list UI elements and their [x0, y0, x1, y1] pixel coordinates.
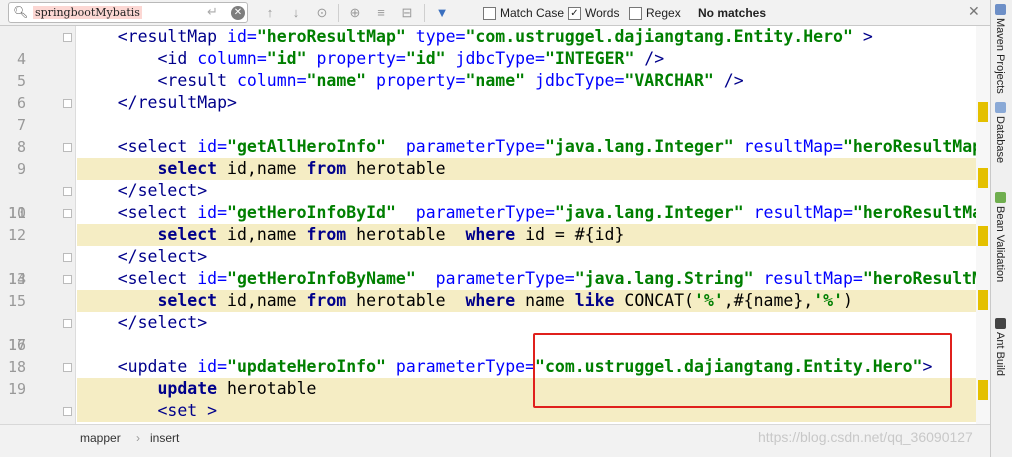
code-line: 4 <resultMap id="heroResultMap" type="co… — [0, 26, 990, 68]
words-checkbox[interactable]: ✓ — [568, 6, 581, 20]
error-stripe-mark[interactable] — [978, 290, 988, 310]
code-editor[interactable]: 4 <resultMap id="heroResultMap" type="co… — [0, 26, 990, 424]
code-line: 5 <id column="id" property="id" jdbcType… — [0, 48, 990, 90]
tool-label: Maven Projects — [994, 18, 1006, 94]
tool-window-strip: Maven Projects Database Bean Validation … — [990, 0, 1012, 457]
code-line: 11 </select> — [0, 180, 990, 222]
error-stripe-mark[interactable] — [978, 380, 988, 400]
fold-icon[interactable] — [63, 209, 72, 218]
fold-icon[interactable] — [63, 363, 72, 372]
code-line: 6 <result column="name" property="name" … — [0, 70, 990, 112]
fold-icon[interactable] — [63, 275, 72, 284]
fold-icon[interactable] — [63, 187, 72, 196]
code-line: 14 </select> — [0, 246, 990, 288]
filter-icon[interactable]: ▼ — [432, 3, 452, 23]
code-line: 12 <select id="getHeroInfoById" paramete… — [0, 202, 990, 244]
tool-ant-build[interactable]: Ant Build — [994, 318, 1006, 376]
code-line: 21 <set > — [0, 400, 990, 422]
code-line: 18 — [0, 334, 990, 376]
tool-database[interactable]: Database — [994, 102, 1006, 163]
maven-icon — [994, 4, 1006, 15]
code-line: 13 select id,name from herotable where i… — [0, 224, 990, 288]
breadcrumb-mapper[interactable]: mapper — [80, 431, 121, 445]
clear-search-icon[interactable]: ✕ — [231, 6, 245, 20]
remove-selection-icon[interactable]: ⊟ — [397, 3, 417, 23]
code-line: 16 select id,name from herotable where n… — [0, 290, 990, 354]
bean-icon — [994, 192, 1006, 203]
regex-checkbox[interactable] — [629, 6, 642, 20]
find-toolbar: 🔍︎ springbootMybatis ↵ ✕ ↑ ↓ ⊙ ⊕ ≡ ⊟ ▼ M… — [0, 0, 990, 26]
tool-maven-projects[interactable]: Maven Projects — [994, 4, 1006, 94]
tool-bean-validation[interactable]: Bean Validation — [994, 192, 1006, 282]
tool-label: Ant Build — [994, 332, 1006, 377]
breadcrumb-separator-icon: › — [136, 431, 140, 445]
search-query: springbootMybatis — [33, 6, 142, 19]
search-field[interactable]: 🔍︎ springbootMybatis ↵ ✕ — [8, 2, 248, 23]
regex-option[interactable]: Regex — [629, 6, 681, 20]
code-line: 8 — [0, 114, 990, 156]
search-icon[interactable]: 🔍︎ — [13, 5, 31, 21]
database-icon — [994, 102, 1006, 113]
fold-icon[interactable] — [63, 253, 72, 262]
code-line: 15 <select id="getHeroInfoByName" parame… — [0, 268, 990, 310]
breadcrumb-insert[interactable]: insert — [150, 431, 179, 445]
code-line: 10 select id,name from herotable — [0, 158, 990, 222]
watermark-text: https://blog.csdn.net/qq_36090127 — [758, 429, 973, 445]
tool-label: Bean Validation — [994, 206, 1006, 283]
close-find-icon[interactable]: ✕ — [968, 3, 980, 20]
fold-icon[interactable] — [63, 99, 72, 108]
select-all-occurrences-icon[interactable]: ≡ — [371, 3, 391, 23]
tool-label: Database — [994, 116, 1006, 164]
words-option[interactable]: ✓ Words — [568, 6, 619, 20]
fold-icon[interactable] — [63, 33, 72, 42]
match-case-option[interactable]: Match Case — [483, 6, 564, 20]
code-line: 20 update herotable — [0, 378, 990, 400]
fold-icon[interactable] — [63, 407, 72, 416]
code-line: 7 </resultMap> — [0, 92, 990, 134]
next-occurrence-icon[interactable]: ↓ — [286, 3, 306, 23]
code-line: 17 </select> — [0, 312, 990, 354]
fold-icon[interactable] — [63, 319, 72, 328]
error-stripe-mark[interactable] — [978, 226, 988, 246]
history-return-icon[interactable]: ↵ — [207, 4, 218, 20]
match-case-checkbox[interactable] — [483, 6, 496, 20]
ant-icon — [994, 318, 1006, 329]
previous-occurrence-icon[interactable]: ↑ — [260, 3, 280, 23]
match-status: No matches — [698, 6, 767, 20]
words-label: Words — [585, 6, 620, 20]
code-line: 9 <select id="getAllHeroInfo" parameterT… — [0, 136, 990, 178]
regex-label: Regex — [646, 6, 681, 20]
error-stripe-mark[interactable] — [978, 102, 988, 122]
fold-icon[interactable] — [63, 143, 72, 152]
match-case-label: Match Case — [500, 6, 565, 20]
find-in-path-icon[interactable]: ⊙ — [312, 3, 332, 23]
code-line: 19 <update id="updateHeroInfo" parameter… — [0, 356, 990, 398]
error-stripe-mark[interactable] — [978, 168, 988, 188]
add-selection-icon[interactable]: ⊕ — [345, 3, 365, 23]
editor-scrollbar[interactable] — [976, 26, 990, 424]
